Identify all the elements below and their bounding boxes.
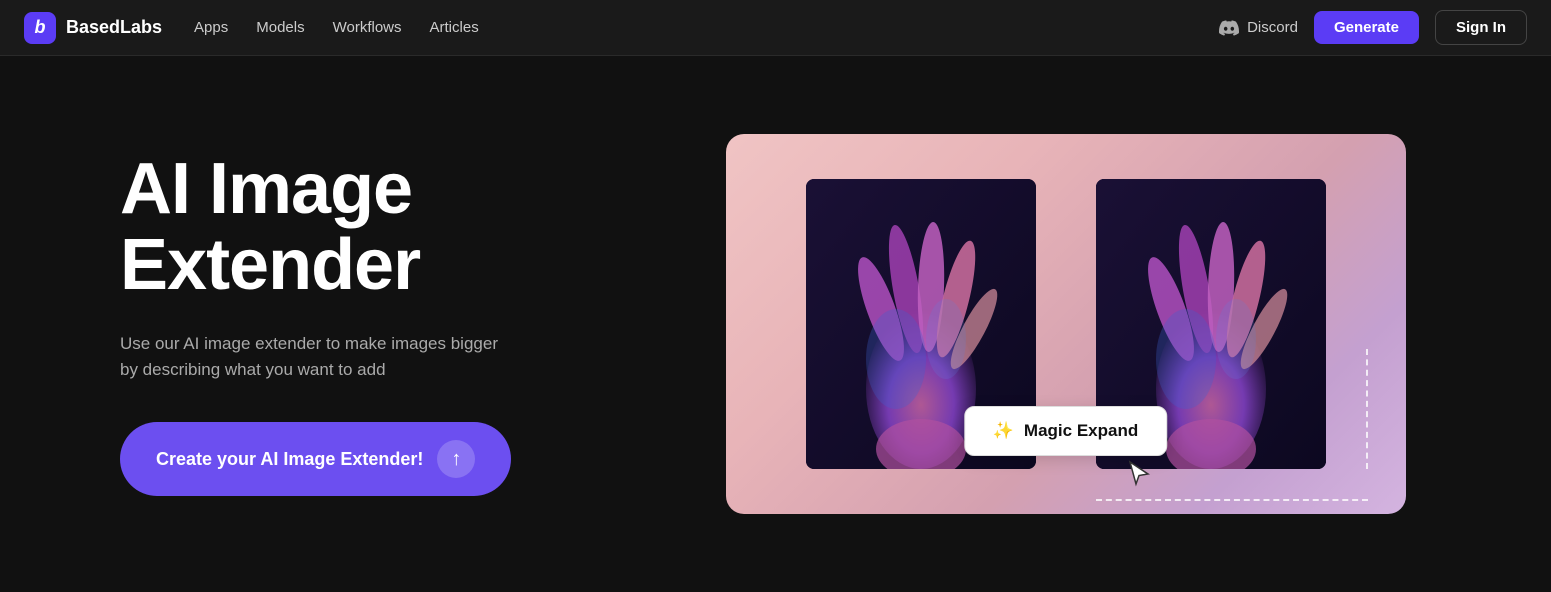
upload-icon: ↑ bbox=[437, 440, 475, 478]
discord-button[interactable]: Discord bbox=[1219, 18, 1298, 38]
hero-title: AI Image Extender bbox=[120, 152, 600, 303]
nav-link-workflows[interactable]: Workflows bbox=[333, 19, 402, 36]
discord-icon bbox=[1219, 18, 1239, 38]
logo-icon: b bbox=[24, 12, 56, 44]
nav-link-articles[interactable]: Articles bbox=[430, 19, 479, 36]
cta-label: Create your AI Image Extender! bbox=[156, 449, 423, 470]
demo-section: ✨ Magic Expand bbox=[660, 134, 1471, 514]
navbar: b BasedLabs Apps Models Workflows Articl… bbox=[0, 0, 1551, 56]
generate-button[interactable]: Generate bbox=[1314, 11, 1419, 44]
logo[interactable]: b BasedLabs bbox=[24, 12, 162, 44]
nav-links: Apps Models Workflows Articles bbox=[194, 19, 1187, 36]
nav-link-models[interactable]: Models bbox=[256, 19, 304, 36]
nav-right: Discord Generate Sign In bbox=[1219, 10, 1527, 45]
demo-container: ✨ Magic Expand bbox=[726, 134, 1406, 514]
expansion-indicator-bottom bbox=[1096, 499, 1368, 501]
cta-button[interactable]: Create your AI Image Extender! ↑ bbox=[120, 422, 511, 496]
nav-link-apps[interactable]: Apps bbox=[194, 19, 228, 36]
main-content: AI Image Extender Use our AI image exten… bbox=[0, 56, 1551, 592]
magic-wand-icon: ✨ bbox=[993, 421, 1014, 441]
expansion-indicator-right bbox=[1324, 349, 1368, 469]
hero-description: Use our AI image extender to make images… bbox=[120, 331, 500, 382]
magic-expand-label: Magic Expand bbox=[1024, 421, 1138, 441]
discord-label: Discord bbox=[1247, 19, 1298, 36]
logo-text: BasedLabs bbox=[66, 17, 162, 38]
signin-button[interactable]: Sign In bbox=[1435, 10, 1527, 45]
magic-expand-button[interactable]: ✨ Magic Expand bbox=[964, 406, 1167, 456]
cursor-icon bbox=[1126, 460, 1154, 488]
hero-section: AI Image Extender Use our AI image exten… bbox=[120, 152, 600, 496]
